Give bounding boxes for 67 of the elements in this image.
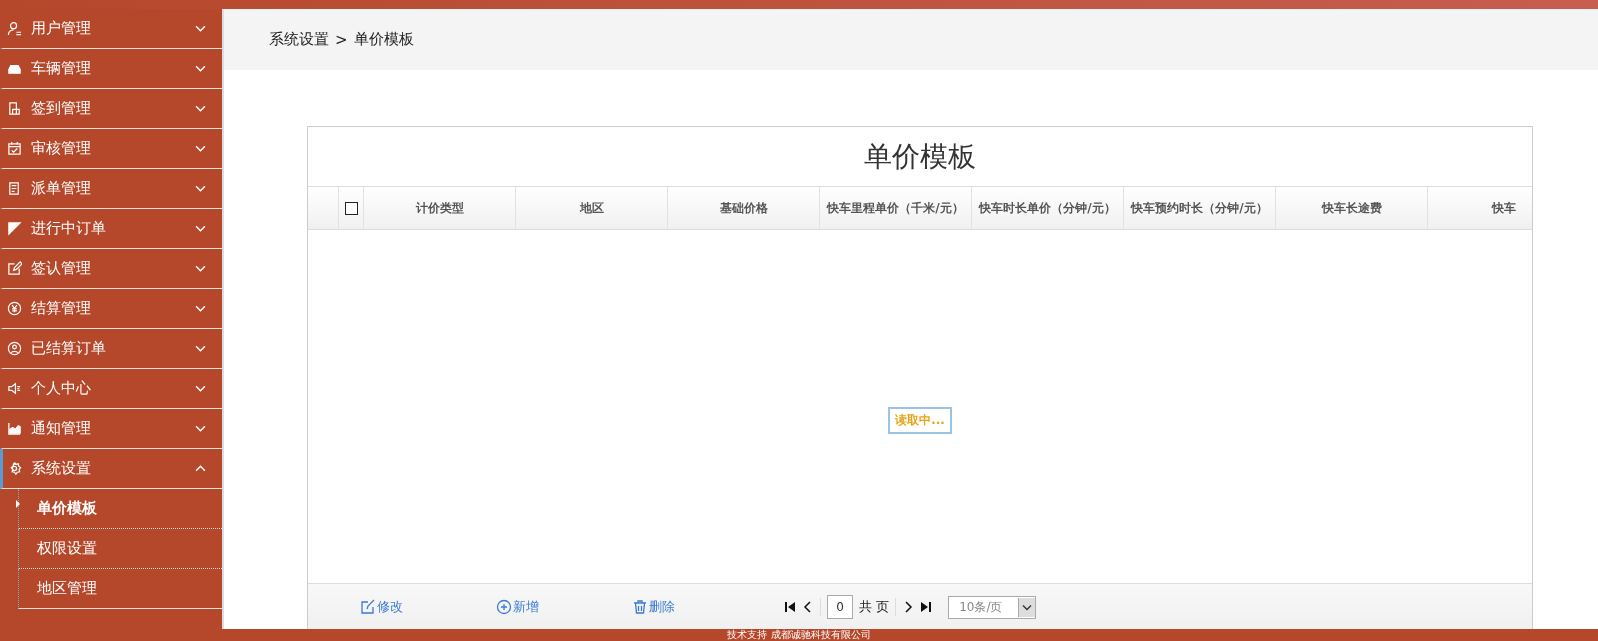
column-header: 基础价格: [719, 199, 768, 217]
column-header: 计价类型: [415, 199, 464, 217]
settings-icon: [7, 461, 22, 476]
column-header: 快车: [1491, 199, 1516, 217]
page-total-label: 共 页: [859, 598, 890, 616]
breadcrumb-item[interactable]: 系统设置: [269, 30, 329, 49]
breadcrumb-separator: >: [335, 30, 348, 49]
submenu-item[interactable]: 地区管理: [18, 569, 222, 609]
edit-icon: [360, 599, 376, 615]
trash-icon: [632, 599, 648, 615]
column-header: 快车长途费: [1321, 199, 1382, 217]
page-input[interactable]: 0: [827, 595, 853, 619]
panel-title: 单价模板: [863, 139, 977, 175]
sidebar-item[interactable]: 车辆管理: [0, 49, 222, 89]
column-header: 快车里程单价（千米/元）: [827, 199, 964, 217]
breadcrumb-item: 单价模板: [353, 30, 414, 49]
footer-text: 技术支持 成都诚驰科技有限公司: [727, 629, 871, 640]
edit-button[interactable]: 修改: [360, 598, 403, 616]
document-icon: [7, 101, 22, 116]
last-page-icon[interactable]: [920, 601, 933, 613]
edit-icon: [7, 261, 22, 276]
sidebar-item[interactable]: 通知管理: [0, 409, 222, 449]
previous-page-icon[interactable]: [802, 601, 814, 613]
pointer-icon: [16, 499, 20, 508]
loading-message: 读取中...: [888, 407, 952, 434]
chevron-down-icon: [195, 305, 206, 312]
next-page-icon[interactable]: [902, 601, 915, 613]
user-icon: [7, 21, 22, 36]
list-icon: [7, 181, 22, 196]
chevron-down-icon: [195, 185, 206, 192]
column-header: 地区: [579, 199, 604, 217]
first-page-icon[interactable]: [784, 601, 796, 613]
sidebar-item[interactable]: 系统设置: [0, 449, 222, 489]
chevron-down-icon: [195, 265, 206, 272]
sidebar-item[interactable]: 审核管理: [0, 129, 222, 169]
sidebar-item[interactable]: 进行中订单: [0, 209, 222, 249]
submenu-item[interactable]: 单价模板: [18, 489, 222, 529]
select-all-checkbox[interactable]: [344, 201, 358, 215]
sidebar-item[interactable]: 已结算订单: [0, 329, 222, 369]
sidebar-item[interactable]: 签到管理: [0, 89, 222, 129]
chevron-down-icon: [195, 145, 206, 152]
sidebar-item[interactable]: 个人中心: [0, 369, 222, 409]
speaker-icon: [7, 381, 22, 396]
sidebar-item[interactable]: 结算管理: [0, 289, 222, 329]
chevron-down-icon: [195, 225, 206, 232]
chevron-up-icon: [195, 465, 206, 472]
chevron-down-icon: [195, 425, 206, 432]
column-header: 快车时长单价（分钟/元）: [979, 199, 1116, 217]
submenu-item[interactable]: 权限设置: [18, 529, 222, 569]
delete-button[interactable]: 删除: [632, 598, 675, 616]
chart-icon: [7, 421, 22, 436]
person-icon: [7, 341, 22, 356]
page-size-select[interactable]: 10条/页: [948, 595, 1037, 619]
chevron-down-icon: [195, 25, 206, 32]
column-header: 快车预约时长（分钟/元）: [1131, 199, 1268, 217]
chevron-down-icon: [195, 65, 206, 72]
chevron-down-icon: [195, 105, 206, 112]
sidebar-item[interactable]: 派单管理: [0, 169, 222, 209]
yen-icon: [7, 301, 22, 316]
calendar-icon: [7, 141, 22, 156]
chevron-down-icon: [195, 345, 206, 352]
sidebar-item[interactable]: 用户管理: [0, 9, 222, 49]
add-icon: [496, 599, 512, 615]
chevron-down-icon: [195, 385, 206, 392]
flag-icon: [7, 221, 22, 236]
add-button[interactable]: 新增: [496, 598, 539, 616]
sidebar-item[interactable]: 签认管理: [0, 249, 222, 289]
